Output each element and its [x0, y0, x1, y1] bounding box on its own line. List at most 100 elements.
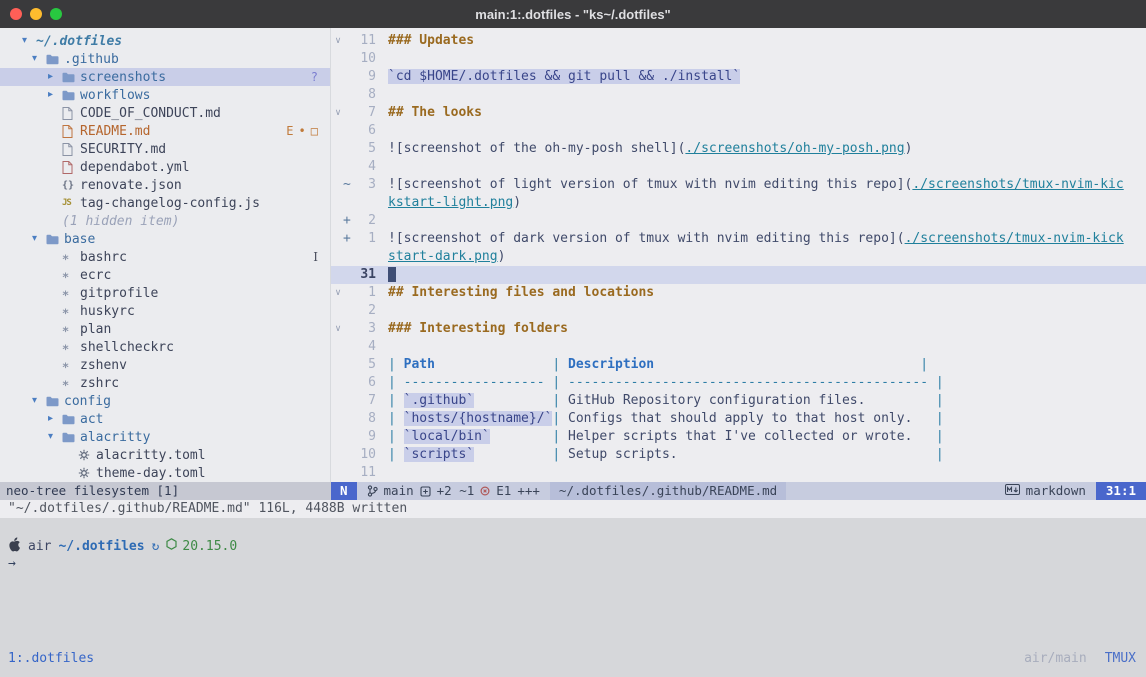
expander-icon[interactable]: ▸: [48, 410, 62, 428]
tree-item-label: renovate.json: [80, 178, 182, 193]
apple-icon: [8, 537, 21, 556]
editor-line[interactable]: ∨3### Interesting folders: [331, 320, 1146, 338]
shell-prompt: air ~/.dotfiles ↻ 20.15.0: [0, 537, 1146, 555]
tree-item-github[interactable]: ▾.github: [0, 50, 330, 68]
text-run: Description: [568, 357, 654, 372]
git-sign: [343, 374, 352, 392]
editor-line[interactable]: ∨7## The looks: [331, 104, 1146, 122]
editor-line[interactable]: 8| `hosts/{hostname}/`| Configs that sho…: [331, 410, 1146, 428]
file-tree: ▾~/.dotfiles▾.github▸screenshots?▸workfl…: [0, 32, 330, 482]
tree-item-screenshots[interactable]: ▸screenshots?: [0, 68, 330, 86]
line-number: 3: [352, 176, 376, 194]
tree-item-alacritty-toml[interactable]: alacritty.toml: [0, 446, 330, 464]
tree-item-tag-changelog-config-js[interactable]: JStag-changelog-config.js: [0, 194, 330, 212]
expander-icon[interactable]: ▾: [32, 230, 46, 248]
editor-line[interactable]: 9| `local/bin` | Helper scripts that I'v…: [331, 428, 1146, 446]
line-text: | `local/bin` | Helper scripts that I've…: [376, 428, 1146, 446]
fold-icon[interactable]: ∨: [333, 320, 343, 338]
editor-line[interactable]: kstart-light.png): [331, 194, 1146, 212]
zoom-button[interactable]: [50, 8, 62, 20]
tree-item-base[interactable]: ▾base: [0, 230, 330, 248]
tmux-window-name[interactable]: 1:.dotfiles: [8, 650, 94, 677]
editor-line[interactable]: 8: [331, 86, 1146, 104]
tree-item-readme-md[interactable]: README.mdE•□: [0, 122, 330, 140]
tree-item-alacritty[interactable]: ▾alacritty: [0, 428, 330, 446]
editor-line[interactable]: +2: [331, 212, 1146, 230]
tree-item-bashrc[interactable]: ∗bashrcI: [0, 248, 330, 266]
tree-item-theme-day-toml[interactable]: theme-day.toml: [0, 464, 330, 482]
git-sign: ~: [343, 176, 352, 194]
command-line-message: "~/.dotfiles/.github/README.md" 116L, 44…: [0, 500, 1146, 518]
editor-line[interactable]: 6| ------------------ | ----------------…: [331, 374, 1146, 392]
text-run: |: [552, 393, 568, 408]
expander-icon[interactable]: ▾: [22, 32, 36, 50]
tree-item-dependabot-yml[interactable]: dependabot.yml: [0, 158, 330, 176]
editor-line[interactable]: ∨1## Interesting files and locations: [331, 284, 1146, 302]
tree-item-code-of-conduct-md[interactable]: CODE_OF_CONDUCT.md: [0, 104, 330, 122]
editor-line[interactable]: 31: [331, 266, 1146, 284]
editor-line[interactable]: 5| Path | Description |: [331, 356, 1146, 374]
tree-item-act[interactable]: ▸act: [0, 410, 330, 428]
tree-item-security-md[interactable]: SECURITY.md: [0, 140, 330, 158]
editor-line[interactable]: 10| `scripts` | Setup scripts. |: [331, 446, 1146, 464]
expander-icon[interactable]: ▾: [48, 428, 62, 446]
editor-line[interactable]: start-dark.png): [331, 248, 1146, 266]
fold-icon[interactable]: ∨: [333, 284, 343, 302]
editor-buffer[interactable]: ∨11### Updates109`cd $HOME/.dotfiles && …: [331, 28, 1146, 482]
close-button[interactable]: [10, 8, 22, 20]
tree-item-label: dependabot.yml: [80, 160, 190, 175]
tree-item-gitprofile[interactable]: ∗gitprofile: [0, 284, 330, 302]
editor-line[interactable]: 2: [331, 302, 1146, 320]
statusline-extra: +++: [517, 482, 540, 500]
tree-item-1-hidden-item[interactable]: (1 hidden item): [0, 212, 330, 230]
cursor-block: [388, 267, 396, 282]
text-run: `local/bin`: [404, 429, 490, 444]
filetype-segment: markdown: [995, 482, 1096, 500]
expander-icon[interactable]: ▾: [32, 392, 46, 410]
tree-item-huskyrc[interactable]: ∗huskyrc: [0, 302, 330, 320]
tree-item-shellcheckrc[interactable]: ∗shellcheckrc: [0, 338, 330, 356]
line-number: 2: [352, 302, 376, 320]
editor-line[interactable]: 11: [331, 464, 1146, 482]
minimize-button[interactable]: [30, 8, 42, 20]
text-run: ![screenshot of dark version of tmux wit…: [388, 231, 905, 246]
expander-icon[interactable]: ▸: [48, 68, 62, 86]
text-run: Setup scripts.: [568, 447, 678, 462]
editor-line[interactable]: 6: [331, 122, 1146, 140]
editor-line[interactable]: 5![screenshot of the oh-my-posh shell](.…: [331, 140, 1146, 158]
editor-line[interactable]: +1![screenshot of dark version of tmux w…: [331, 230, 1146, 248]
tree-item-config[interactable]: ▾config: [0, 392, 330, 410]
tmux-pane-shell[interactable]: air ~/.dotfiles ↻ 20.15.0 → 1:.dotfiles …: [0, 518, 1146, 677]
git-status-segment: main +2 ~1 E1 +++: [357, 482, 550, 500]
status-badges: I: [313, 250, 318, 264]
tree-item-zshrc[interactable]: ∗zshrc: [0, 374, 330, 392]
tree-item-workflows[interactable]: ▸workflows: [0, 86, 330, 104]
editor-line[interactable]: 7| `.github` | GitHub Repository configu…: [331, 392, 1146, 410]
line-number: 4: [352, 338, 376, 356]
fold-column: [333, 428, 343, 446]
tree-item-plan[interactable]: ∗plan: [0, 320, 330, 338]
git-refresh-icon: ↻: [152, 539, 160, 554]
fold-icon[interactable]: ∨: [333, 104, 343, 122]
tree-item-renovate-json[interactable]: {}renovate.json: [0, 176, 330, 194]
fold-column: [333, 410, 343, 428]
fold-icon[interactable]: ∨: [333, 32, 343, 50]
line-number: 7: [352, 392, 376, 410]
editor-line[interactable]: 4: [331, 158, 1146, 176]
tmux-session-name: air/main: [1024, 650, 1087, 677]
fold-column: [333, 50, 343, 68]
expander-icon[interactable]: ▸: [48, 86, 62, 104]
editor-line[interactable]: ∨11### Updates: [331, 32, 1146, 50]
tree-item-dotfiles[interactable]: ▾~/.dotfiles: [0, 32, 330, 50]
git-status-badge: □: [311, 124, 318, 138]
editor-line[interactable]: 9`cd $HOME/.dotfiles && git pull && ./in…: [331, 68, 1146, 86]
editor-line[interactable]: ~3![screenshot of light version of tmux …: [331, 176, 1146, 194]
editor-line[interactable]: 4: [331, 338, 1146, 356]
text-run: ### Updates: [388, 33, 474, 48]
expander-icon[interactable]: ▾: [32, 50, 46, 68]
git-sign: [343, 32, 352, 50]
gear-icon: [78, 467, 96, 479]
tree-item-zshenv[interactable]: ∗zshenv: [0, 356, 330, 374]
tree-item-ecrc[interactable]: ∗ecrc: [0, 266, 330, 284]
editor-line[interactable]: 10: [331, 50, 1146, 68]
